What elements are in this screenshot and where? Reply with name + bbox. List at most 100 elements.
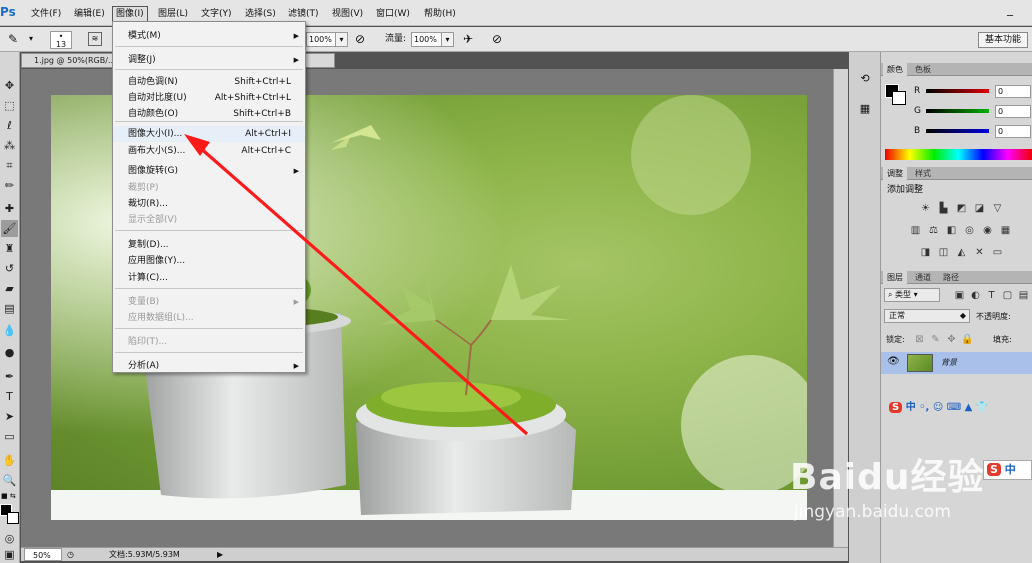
type-icon[interactable]: T: [1, 388, 18, 405]
brush-panel-toggle-icon[interactable]: ≋: [88, 32, 102, 46]
channel-g-slider[interactable]: [926, 109, 989, 113]
menu-filter[interactable]: 滤镜(T): [285, 6, 322, 22]
flow-input[interactable]: 100%: [411, 32, 443, 47]
menu-window[interactable]: 窗口(W): [373, 6, 413, 22]
curves-icon[interactable]: ◩: [955, 202, 968, 215]
vibrance-icon[interactable]: ▽: [991, 202, 1004, 215]
menu-item[interactable]: 自动颜色(O) Shift+Ctrl+B: [113, 106, 305, 122]
menu-file[interactable]: 文件(F): [28, 6, 64, 22]
tab-swatches[interactable]: 色板: [911, 63, 935, 76]
tab-styles[interactable]: 样式: [911, 167, 935, 180]
color-spectrum-bar[interactable]: [885, 149, 1032, 160]
eye-icon[interactable]: 👁: [887, 356, 900, 367]
properties-panel-icon[interactable]: ▦: [854, 102, 876, 120]
menu-item[interactable]: 自动对比度(U) Alt+Shift+Ctrl+L: [113, 90, 305, 106]
filter-shape-icon[interactable]: ▢: [1001, 289, 1014, 302]
threshold-icon[interactable]: ◭: [955, 246, 968, 259]
pressure-opacity-icon[interactable]: ⊘: [355, 31, 365, 47]
menu-item[interactable]: 计算(C)...: [113, 270, 305, 286]
filter-pixel-icon[interactable]: ▣: [953, 289, 966, 302]
status-info-icon[interactable]: ◷: [67, 548, 74, 561]
menu-type[interactable]: 文字(Y): [198, 6, 235, 22]
exposure-icon[interactable]: ◪: [973, 202, 986, 215]
black-white-icon[interactable]: ◧: [945, 224, 958, 237]
eyedropper-icon[interactable]: ✏: [1, 177, 18, 194]
hue-saturation-icon[interactable]: ▥: [909, 224, 922, 237]
menu-item[interactable]: 分析(A) ▶: [113, 358, 305, 374]
color-lookup-icon[interactable]: ▦: [999, 224, 1012, 237]
tab-color[interactable]: 颜色: [883, 63, 907, 76]
invert-icon[interactable]: ◨: [919, 246, 932, 259]
filter-adjust-icon[interactable]: ◐: [969, 289, 982, 302]
pen-icon[interactable]: ✒: [1, 368, 18, 385]
history-panel-icon[interactable]: ⟲: [854, 72, 876, 90]
posterize-icon[interactable]: ◫: [937, 246, 950, 259]
menu-item[interactable]: 自动色调(N) Shift+Ctrl+L: [113, 74, 305, 90]
channel-mixer-icon[interactable]: ◉: [981, 224, 994, 237]
shape-icon[interactable]: ▭: [1, 428, 18, 445]
tab-channels[interactable]: 通道: [911, 271, 935, 284]
hand-icon[interactable]: ✋: [1, 452, 18, 469]
chevron-down-icon[interactable]: ▾: [29, 31, 33, 47]
menu-view[interactable]: 视图(V): [329, 6, 366, 22]
menu-item[interactable]: 复制(D)...: [113, 237, 305, 253]
menu-layer[interactable]: 图层(L): [155, 6, 191, 22]
screen-mode-icon[interactable]: ▣: [1, 546, 18, 563]
brush-tool-icon[interactable]: 🖌: [1, 220, 18, 237]
opacity-input[interactable]: 100%: [306, 32, 338, 47]
channel-r-value[interactable]: 0: [995, 85, 1031, 98]
lock-transparent-icon[interactable]: ⊠: [913, 333, 926, 346]
color-balance-icon[interactable]: ⚖: [927, 224, 940, 237]
lock-all-icon[interactable]: 🔒: [961, 333, 974, 346]
brush-size-picker[interactable]: • 13: [50, 31, 72, 49]
status-menu-arrow-icon[interactable]: ▶: [217, 548, 223, 561]
menu-edit[interactable]: 编辑(E): [71, 6, 108, 22]
menu-item[interactable]: 图像大小(I)... Alt+Ctrl+I: [113, 126, 305, 142]
tab-adjustments[interactable]: 调整: [883, 167, 907, 180]
channel-g-value[interactable]: 0: [995, 105, 1031, 118]
panel-background-swatch[interactable]: [892, 91, 906, 105]
gradient-icon[interactable]: ▤: [1, 300, 18, 317]
workspace-switcher[interactable]: 基本功能: [978, 32, 1028, 48]
brush-icon[interactable]: ✎: [8, 31, 26, 47]
tab-paths[interactable]: 路径: [939, 271, 963, 284]
blend-mode-select[interactable]: 正常 ◆: [884, 309, 970, 323]
lasso-icon[interactable]: ℓ: [1, 117, 18, 134]
menu-item[interactable]: 调整(J) ▶: [113, 52, 305, 68]
flow-dropdown[interactable]: ▾: [441, 32, 454, 47]
zoom-icon[interactable]: 🔍: [1, 472, 18, 489]
zoom-level[interactable]: 50%: [24, 548, 62, 561]
quick-select-icon[interactable]: ⁂: [1, 137, 18, 154]
crop-icon[interactable]: ⌗: [1, 157, 18, 174]
channel-b-value[interactable]: 0: [995, 125, 1031, 138]
filter-smart-icon[interactable]: ▤: [1017, 289, 1030, 302]
menu-help[interactable]: 帮助(H): [421, 6, 459, 22]
menu-image[interactable]: 图像(I): [112, 6, 148, 22]
channel-b-slider[interactable]: [926, 129, 989, 133]
quick-mask-icon[interactable]: ◎: [1, 530, 18, 547]
swap-colors-icon[interactable]: ■ ⇆: [1, 492, 19, 502]
background-color-swatch[interactable]: [7, 512, 19, 524]
minimize-button[interactable]: _: [992, 2, 1028, 18]
tab-layers[interactable]: 图层: [883, 271, 907, 284]
eraser-icon[interactable]: ▰: [1, 280, 18, 297]
move-icon[interactable]: ✥: [1, 77, 18, 94]
lock-position-icon[interactable]: ✥: [945, 333, 958, 346]
layer-filter-kind[interactable]: ⌕ 类型 ▾: [884, 288, 940, 302]
menu-item[interactable]: 裁切(R)...: [113, 196, 305, 212]
photo-filter-icon[interactable]: ◎: [963, 224, 976, 237]
lock-image-icon[interactable]: ✎: [929, 333, 942, 346]
opacity-dropdown[interactable]: ▾: [335, 32, 348, 47]
brightness-icon[interactable]: ☀: [919, 202, 932, 215]
menu-item[interactable]: 应用图像(Y)...: [113, 253, 305, 269]
menu-item[interactable]: 模式(M) ▶: [113, 28, 305, 44]
layer-row-background[interactable]: 👁 背景: [881, 352, 1032, 374]
stamp-icon[interactable]: ♜: [1, 240, 18, 257]
airbrush-icon[interactable]: ✈: [463, 31, 473, 47]
blur-icon[interactable]: 💧: [1, 322, 18, 339]
menu-select[interactable]: 选择(S): [242, 6, 279, 22]
levels-icon[interactable]: ▙: [937, 202, 950, 215]
dodge-icon[interactable]: ●: [1, 344, 18, 361]
channel-r-slider[interactable]: [926, 89, 989, 93]
healing-icon[interactable]: ✚: [1, 200, 18, 217]
